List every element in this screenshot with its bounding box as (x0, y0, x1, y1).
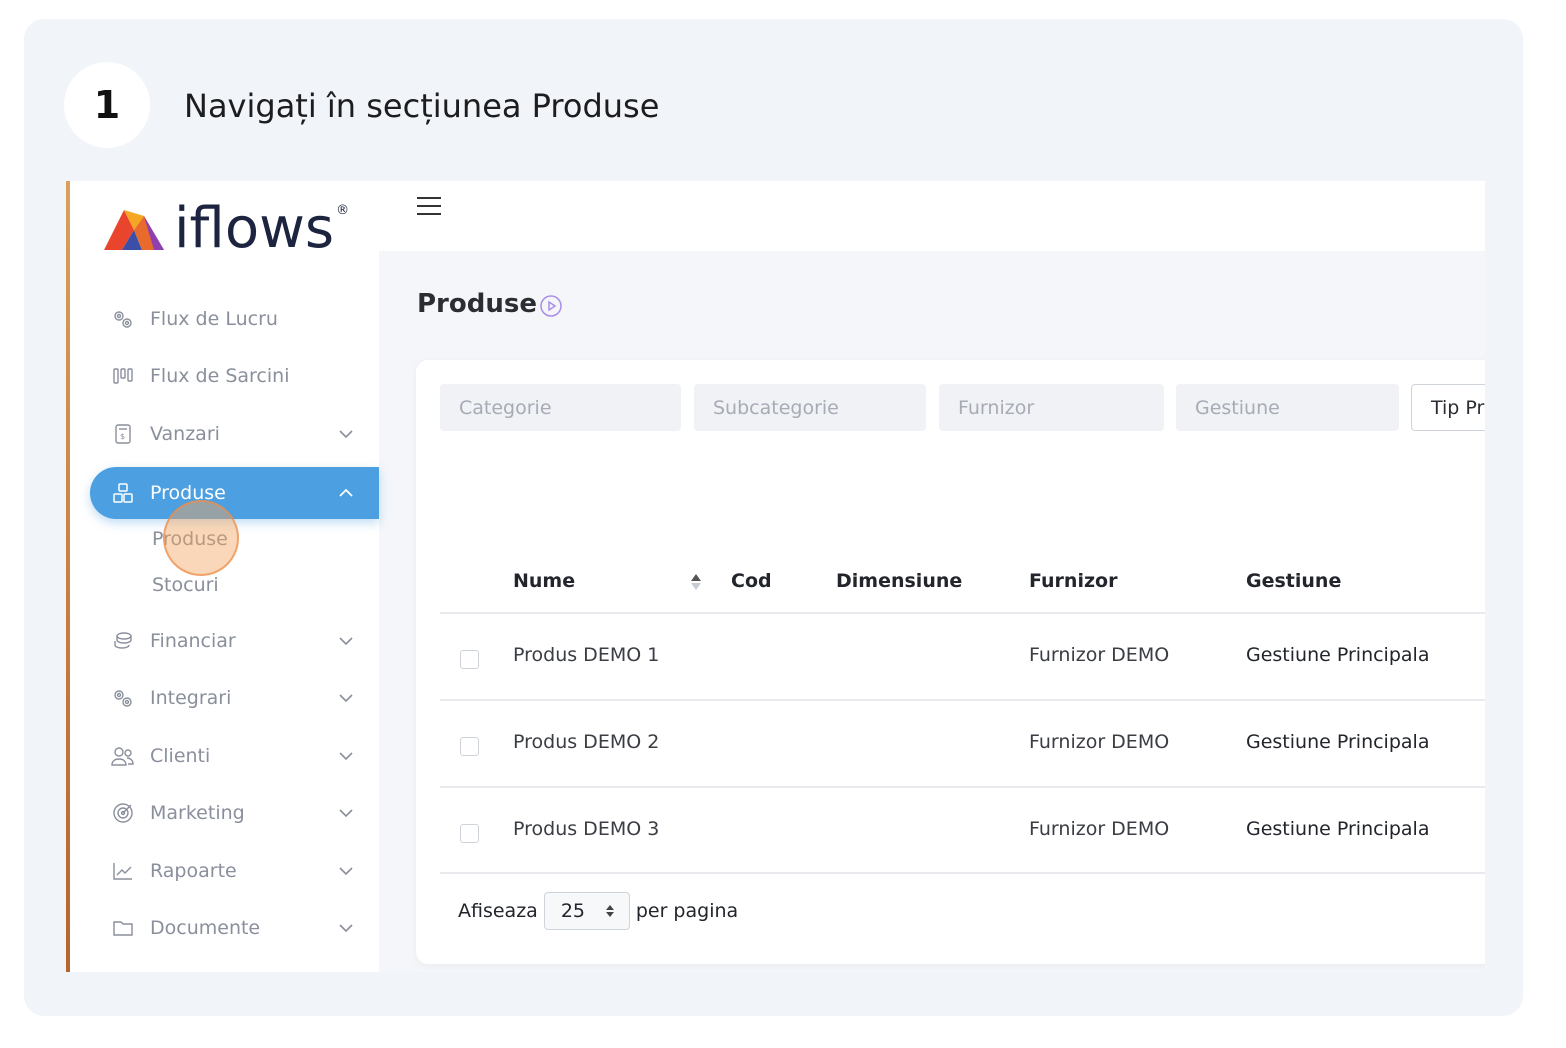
sidebar-item-integrari[interactable]: Integrari (90, 673, 379, 723)
chevron-down-icon (335, 860, 357, 882)
sidebar-item-flux-de-sarcini[interactable]: Flux de Sarcini (90, 351, 379, 401)
chevron-down-icon (335, 802, 357, 824)
sidebar-item-label: Marketing (150, 802, 245, 824)
sidebar-item-label: Documente (150, 917, 261, 939)
filter-gestiune[interactable]: Gestiune (1176, 384, 1399, 431)
filter-subcategorie[interactable]: Subcategorie (694, 384, 926, 431)
filter-categorie[interactable]: Categorie (440, 384, 681, 431)
sidebar-item-label: Vanzari (150, 423, 220, 445)
sidebar-item-flux-de-lucru[interactable]: Flux de Lucru (90, 294, 379, 344)
sidebar-item-rapoarte[interactable]: Rapoarte (90, 846, 379, 896)
boxes-icon (110, 480, 136, 506)
sidebar-item-label: Integrari (150, 687, 232, 709)
step-title: Navigați în secțiunea Produse (184, 87, 660, 125)
cell-nume: Produs DEMO 1 (513, 644, 660, 666)
cell-nume: Produs DEMO 2 (513, 731, 660, 753)
step-number: 1 (64, 62, 150, 148)
column-header-dimensiune[interactable]: Dimensiune (836, 570, 962, 592)
column-header-cod[interactable]: Cod (731, 570, 772, 592)
table-row[interactable]: Produs DEMO 2 Furnizor DEMO Gestiune Pri… (440, 701, 1485, 787)
cell-furnizor: Furnizor DEMO (1029, 818, 1170, 840)
iflows-logo-icon (104, 210, 164, 250)
row-divider (440, 872, 1485, 874)
top-bar (379, 181, 1485, 251)
select-arrows-icon (605, 905, 614, 917)
sidebar-item-produse[interactable]: Produse (90, 467, 379, 519)
hamburger-menu-icon[interactable] (417, 195, 443, 217)
products-panel: Categorie Subcategorie Furnizor Gestiune… (416, 360, 1485, 964)
column-header-gestiune[interactable]: Gestiune (1246, 570, 1341, 592)
cell-gestiune: Gestiune Principala (1246, 731, 1430, 753)
chevron-down-icon (335, 687, 357, 709)
chevron-down-icon (335, 423, 357, 445)
sidebar: iflows ® Flux de Lucru Flux de Sarcini $… (70, 181, 379, 972)
pagination-prefix: Afiseaza (458, 900, 538, 922)
click-indicator (163, 500, 239, 576)
pagination-suffix: per pagina (635, 900, 739, 922)
per-page-value: 25 (560, 900, 586, 922)
column-header-furnizor[interactable]: Furnizor (1029, 570, 1117, 592)
target-icon (110, 800, 136, 826)
row-checkbox[interactable] (460, 737, 479, 756)
registered-mark: ® (336, 203, 350, 218)
app-screenshot: iflows ® Flux de Lucru Flux de Sarcini $… (66, 181, 1485, 972)
sidebar-item-label: Flux de Lucru (150, 308, 278, 330)
chevron-down-icon (335, 630, 357, 652)
play-video-icon[interactable] (539, 294, 563, 318)
coins-icon (110, 628, 136, 654)
sidebar-item-vanzari[interactable]: $ Vanzari (90, 409, 379, 459)
sidebar-item-label: Flux de Sarcini (150, 365, 290, 387)
sidebar-item-documente[interactable]: Documente (90, 903, 379, 953)
sidebar-item-label: Clienti (150, 745, 211, 767)
cell-furnizor: Furnizor DEMO (1029, 644, 1170, 666)
kanban-icon (110, 363, 136, 389)
sort-icon[interactable] (689, 572, 703, 592)
table-row[interactable]: Produs DEMO 1 Furnizor DEMO Gestiune Pri… (440, 614, 1485, 700)
row-checkbox[interactable] (460, 650, 479, 669)
per-page-select[interactable]: 25 (543, 892, 630, 930)
cell-gestiune: Gestiune Principala (1246, 818, 1430, 840)
cell-nume: Produs DEMO 3 (513, 818, 660, 840)
chevron-up-icon (335, 482, 357, 504)
page-title: Produse (417, 289, 537, 319)
sidebar-item-label: Rapoarte (150, 860, 237, 882)
filter-furnizor[interactable]: Furnizor (939, 384, 1164, 431)
gears-icon (110, 306, 136, 332)
sidebar-item-financiar[interactable]: Financiar (90, 616, 379, 666)
table-row[interactable]: Produs DEMO 3 Furnizor DEMO Gestiune Pri… (440, 788, 1485, 874)
sidebar-item-label: Financiar (150, 630, 236, 652)
svg-text:$: $ (120, 432, 125, 441)
users-icon (110, 743, 136, 769)
chevron-down-icon (335, 917, 357, 939)
cell-furnizor: Furnizor DEMO (1029, 731, 1170, 753)
sidebar-item-marketing[interactable]: Marketing (90, 788, 379, 838)
receipt-icon: $ (110, 421, 136, 447)
cell-gestiune: Gestiune Principala (1246, 644, 1430, 666)
chart-icon (110, 858, 136, 884)
pagination: Afiseaza 25 per pagina (458, 892, 738, 930)
gears-icon (110, 685, 136, 711)
row-checkbox[interactable] (460, 824, 479, 843)
column-header-nume[interactable]: Nume (513, 570, 575, 592)
chevron-down-icon (335, 745, 357, 767)
folder-icon (110, 915, 136, 941)
sidebar-item-clienti[interactable]: Clienti (90, 731, 379, 781)
logo[interactable]: iflows ® (104, 199, 349, 259)
filter-tip-produs[interactable]: Tip Pr (1411, 384, 1485, 431)
logo-text: iflows (174, 196, 335, 261)
sidebar-item-label: Produse (150, 482, 226, 504)
sidebar-subitem-stocuri[interactable]: Stocuri (152, 574, 219, 596)
